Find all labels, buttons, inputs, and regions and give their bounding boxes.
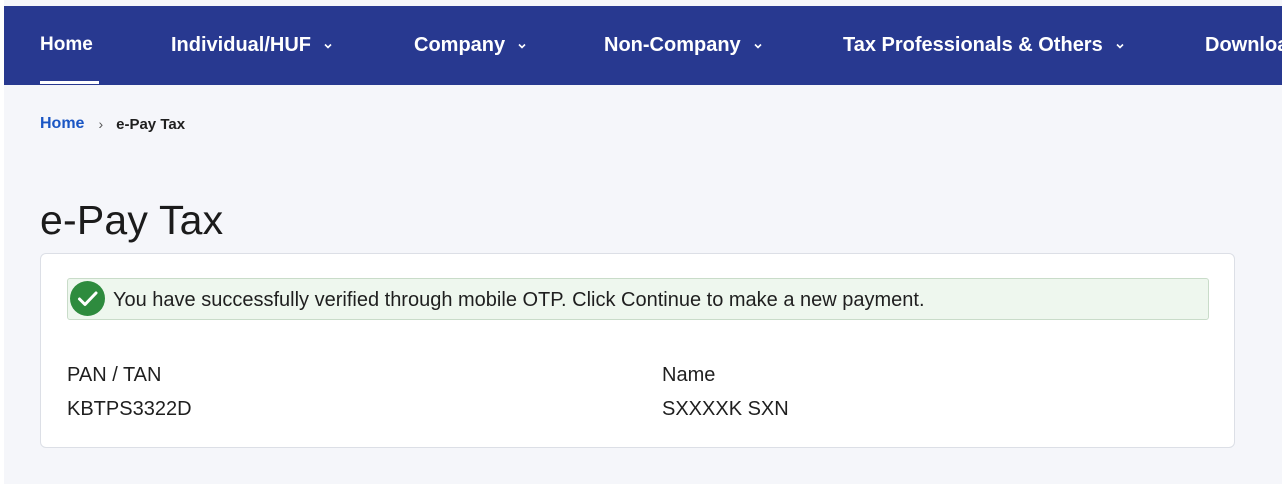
nav-company[interactable]: Company	[414, 6, 527, 85]
breadcrumb-home-link[interactable]: Home	[40, 115, 84, 133]
top-navigation: Home Individual/HUF Company Non-Company …	[4, 6, 1282, 85]
nav-tax-professionals[interactable]: Tax Professionals & Others	[843, 6, 1125, 85]
success-message: You have successfully verified through m…	[113, 289, 925, 311]
nav-non-company[interactable]: Non-Company	[604, 6, 763, 85]
nav-home-label: Home	[40, 33, 93, 55]
check-circle-icon	[70, 281, 105, 316]
nav-individual-huf-label: Individual/HUF	[171, 34, 311, 56]
details-card: You have successfully verified through m…	[40, 253, 1235, 448]
nav-individual-huf[interactable]: Individual/HUF	[171, 6, 333, 85]
chevron-down-icon	[518, 43, 526, 49]
active-underline	[40, 81, 99, 84]
pan-tan-label: PAN / TAN	[67, 364, 162, 386]
nav-downloads[interactable]: Downloa	[1205, 6, 1282, 85]
nav-home[interactable]: Home	[40, 6, 99, 84]
nav-downloads-label: Downloa	[1205, 34, 1282, 56]
page-title: e-Pay Tax	[40, 197, 224, 243]
chevron-right-icon: ›	[98, 116, 104, 132]
page: Home Individual/HUF Company Non-Company …	[0, 0, 1282, 484]
pan-tan-value: KBTPS3322D	[67, 398, 192, 420]
success-alert: You have successfully verified through m…	[67, 278, 1209, 320]
nav-company-label: Company	[414, 34, 506, 56]
nav-tax-professionals-label: Tax Professionals & Others	[843, 34, 1103, 56]
breadcrumb-current: e-Pay Tax	[116, 115, 186, 133]
name-value: SXXXXK SXN	[662, 398, 789, 420]
name-label: Name	[662, 364, 716, 386]
nav-non-company-label: Non-Company	[604, 34, 741, 56]
chevron-down-icon	[754, 43, 762, 49]
chevron-down-icon	[1116, 43, 1124, 49]
chevron-down-icon	[324, 43, 332, 49]
breadcrumb: Home › e-Pay Tax	[40, 114, 185, 134]
